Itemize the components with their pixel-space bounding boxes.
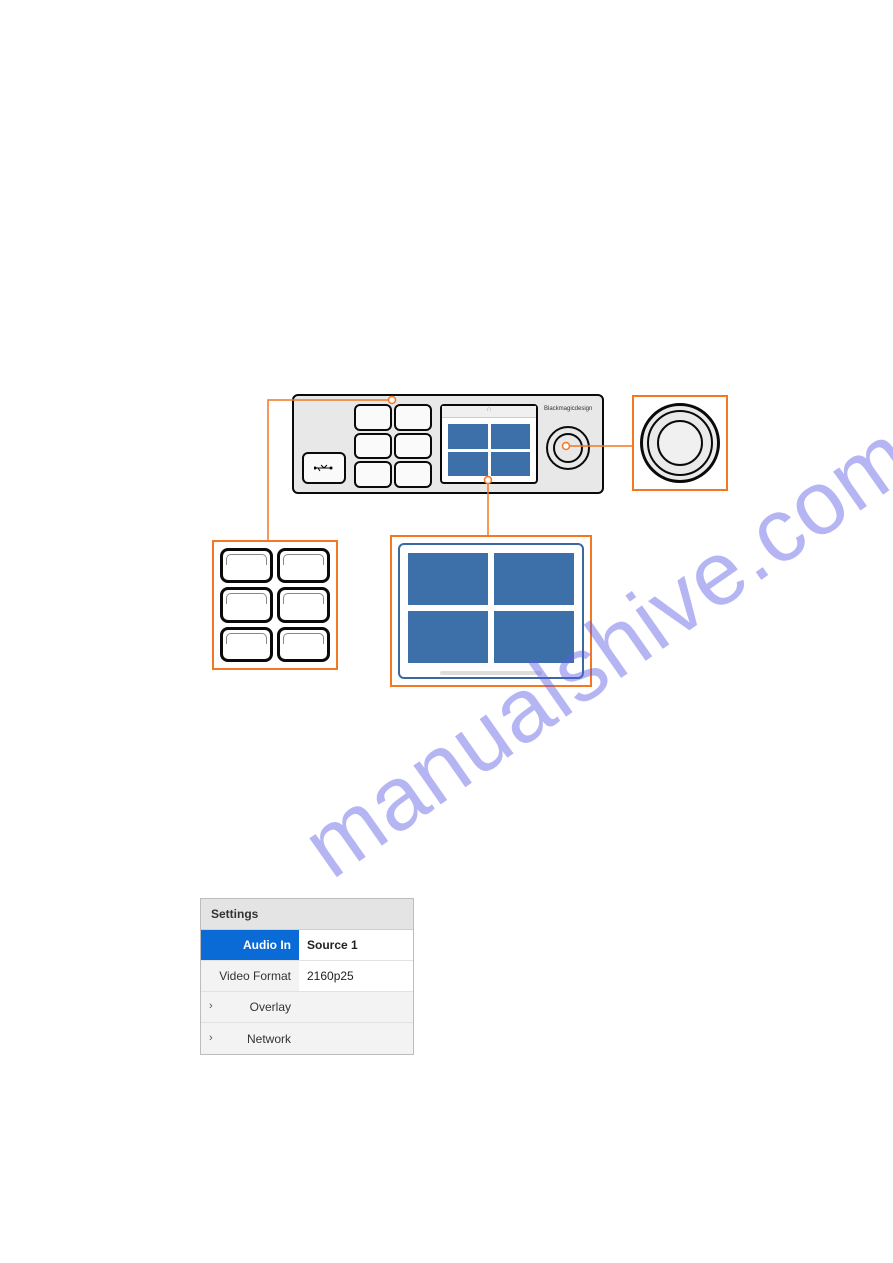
rotary-knob-icon	[640, 403, 720, 483]
lcd-callout	[390, 535, 592, 687]
button-key	[220, 587, 273, 622]
button-key	[220, 627, 273, 662]
settings-row-audio-in[interactable]: Audio In Source 1	[201, 930, 413, 961]
multiview-quadrant	[494, 611, 574, 663]
settings-value	[299, 1023, 413, 1054]
settings-value: Source 1	[299, 930, 413, 960]
lcd-bottom-bar	[440, 671, 542, 675]
settings-label: › Network	[201, 1032, 299, 1046]
button-key	[277, 627, 330, 662]
knob-callout	[632, 395, 728, 491]
multiview-large	[408, 553, 574, 663]
device-multiview	[448, 424, 530, 476]
buttons-callout	[212, 540, 338, 670]
settings-menu: Settings Audio In Source 1 Video Format …	[200, 898, 414, 1055]
device-button[interactable]	[394, 404, 432, 431]
device-front-panel: ∩ Blackmagicdesign	[292, 394, 604, 494]
device-button[interactable]	[354, 404, 392, 431]
multiview-quadrant	[491, 424, 531, 449]
device-button[interactable]	[354, 461, 392, 488]
settings-label-text: Overlay	[250, 1000, 291, 1014]
settings-row-video-format[interactable]: Video Format 2160p25	[201, 961, 413, 992]
settings-label-text: Network	[247, 1032, 291, 1046]
lcd-callout-frame	[398, 543, 584, 679]
settings-label: › Overlay	[201, 1000, 299, 1014]
settings-label: Audio In	[201, 930, 299, 960]
button-key	[277, 587, 330, 622]
settings-row-network[interactable]: › Network	[201, 1023, 413, 1054]
multiview-quadrant	[408, 553, 488, 605]
device-lcd: ∩	[440, 404, 538, 484]
usb-port	[302, 452, 346, 484]
button-key	[277, 548, 330, 583]
usb-icon	[314, 462, 334, 474]
settings-value: 2160p25	[299, 961, 413, 991]
device-button[interactable]	[354, 433, 392, 460]
device-button[interactable]	[394, 461, 432, 488]
settings-title: Settings	[201, 899, 413, 930]
device-brand: Blackmagicdesign	[544, 406, 592, 412]
button-key	[220, 548, 273, 583]
device-rotary-knob[interactable]	[546, 426, 590, 470]
settings-value	[299, 992, 413, 1022]
multiview-quadrant	[448, 452, 488, 477]
chevron-right-icon: ›	[209, 1032, 213, 1044]
multiview-quadrant	[408, 611, 488, 663]
device-button[interactable]	[394, 433, 432, 460]
settings-row-overlay[interactable]: › Overlay	[201, 992, 413, 1023]
multiview-quadrant	[448, 424, 488, 449]
device-button-grid	[354, 404, 432, 488]
multiview-quadrant	[494, 553, 574, 605]
multiview-quadrant	[491, 452, 531, 477]
chevron-right-icon: ›	[209, 1000, 213, 1012]
settings-label: Video Format	[201, 969, 299, 983]
lcd-header: ∩	[442, 406, 536, 418]
